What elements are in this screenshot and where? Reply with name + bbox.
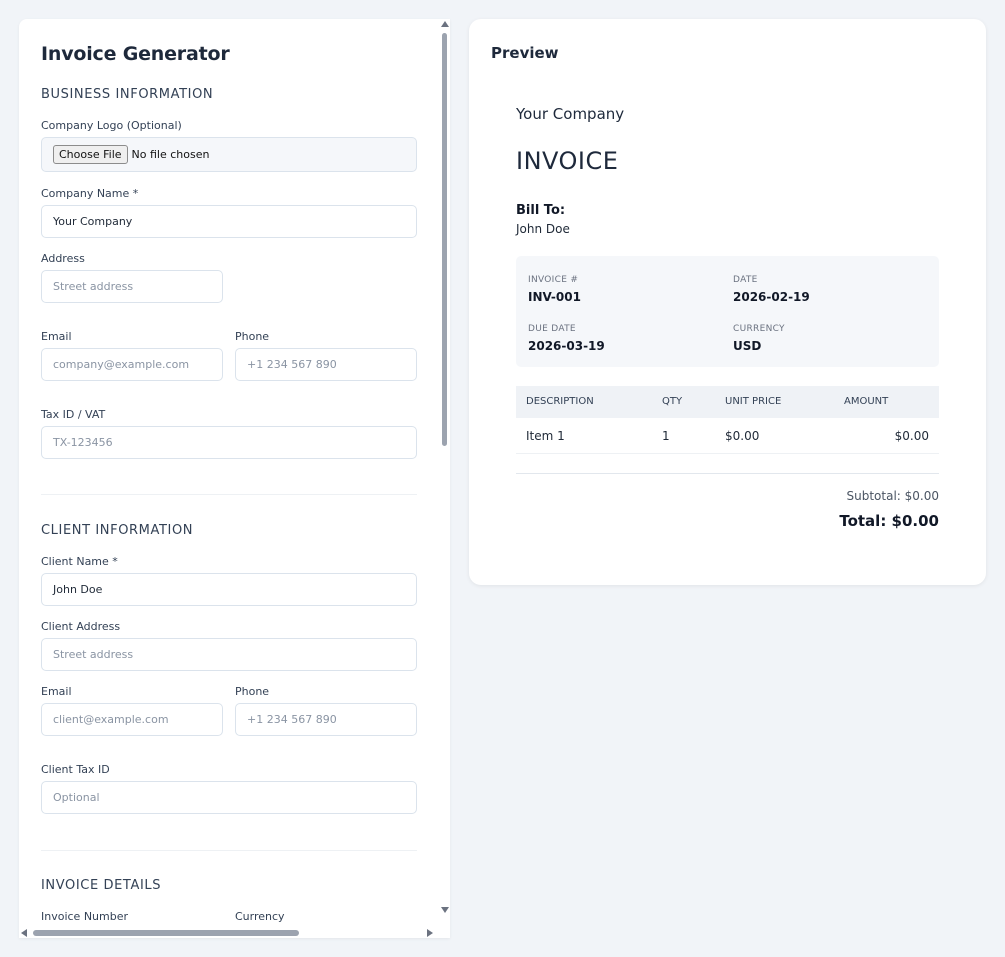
horizontal-scrollbar[interactable] [19,927,439,938]
bill-to-client-name: John Doe [516,222,570,236]
company-phone-input[interactable]: +1 234 567 890 [235,348,417,381]
currency-value: USD [733,339,762,353]
invoice-number-meta-label: INVOICE # [528,275,579,285]
date-value: 2026-02-19 [733,290,810,304]
due-date-meta-label: DUE DATE [528,324,576,334]
vertical-scrollbar[interactable] [439,19,450,927]
preview-company-name: Your Company [516,105,625,123]
client-email-input[interactable]: client@example.com [41,703,223,736]
company-logo-file-input[interactable]: Choose File No file chosen [41,137,417,172]
address-input[interactable]: Street address [41,270,223,303]
col-amount: AMOUNT [844,396,889,407]
client-address-label: Client Address [41,620,121,633]
items-table-header: DESCRIPTION QTY UNIT PRICE AMOUNT [516,386,939,418]
invoice-preview-panel: Preview Your Company INVOICE Bill To: Jo… [469,19,986,585]
horizontal-scroll-thumb[interactable] [33,930,299,936]
row-description: Item 1 [526,429,565,443]
date-meta-label: DATE [733,275,758,285]
due-date-value: 2026-03-19 [528,339,605,353]
client-email-label: Email [41,685,72,698]
bill-to-label: Bill To: [516,203,566,218]
scroll-right-icon[interactable] [427,929,433,937]
choose-file-button[interactable]: Choose File [53,145,128,164]
vertical-scroll-thumb[interactable] [442,33,447,446]
table-bottom-rule [516,473,939,474]
company-logo-label: Company Logo (Optional) [41,119,182,132]
email-label: Email [41,330,72,343]
file-status: No file chosen [131,148,210,161]
client-address-input[interactable]: Street address [41,638,417,671]
company-name-input[interactable]: Your Company [41,205,417,238]
col-qty: QTY [662,396,683,407]
business-info-heading: BUSINESS INFORMATION [41,87,214,102]
tax-id-label: Tax ID / VAT [41,408,106,421]
preview-title: Preview [491,44,559,62]
invoice-number-value: INV-001 [528,290,581,304]
section-divider [41,850,417,851]
col-unit-price: UNIT PRICE [725,396,782,407]
section-divider [41,494,417,495]
currency-label: Currency [235,910,285,923]
tax-id-input[interactable]: TX-123456 [41,426,417,459]
row-qty: 1 [662,429,670,443]
scroll-left-icon[interactable] [21,929,27,937]
col-description: DESCRIPTION [526,396,594,407]
row-amount: $0.00 [894,429,929,443]
client-tax-id-input[interactable]: Optional [41,781,417,814]
form-scroll-area[interactable]: Invoice Generator BUSINESS INFORMATION C… [19,19,439,927]
company-email-input[interactable]: company@example.com [41,348,223,381]
subtotal: Subtotal: $0.00 [846,489,940,503]
invoice-details-heading: INVOICE DETAILS [41,878,162,893]
scroll-down-icon[interactable] [441,907,449,913]
client-phone-label: Phone [235,685,270,698]
total: Total: $0.00 [839,512,939,530]
client-tax-id-label: Client Tax ID [41,763,110,776]
client-phone-input[interactable]: +1 234 567 890 [235,703,417,736]
preview-doc-title: INVOICE [516,147,619,175]
form-title: Invoice Generator [41,43,230,65]
row-unit-price: $0.00 [725,429,760,443]
scroll-up-icon[interactable] [441,21,449,27]
phone-label: Phone [235,330,270,343]
invoice-number-label: Invoice Number [41,910,129,923]
table-row: Item 1 1 $0.00 $0.00 [516,418,939,454]
currency-meta-label: CURRENCY [733,324,785,334]
client-name-label: Client Name * [41,555,118,568]
company-name-label: Company Name * [41,187,139,200]
client-info-heading: CLIENT INFORMATION [41,523,194,538]
client-name-input[interactable]: John Doe [41,573,417,606]
invoice-form-panel: Invoice Generator BUSINESS INFORMATION C… [19,19,450,938]
address-label: Address [41,252,85,265]
invoice-meta-box: INVOICE # INV-001 DATE 2026-02-19 DUE DA… [516,256,939,367]
